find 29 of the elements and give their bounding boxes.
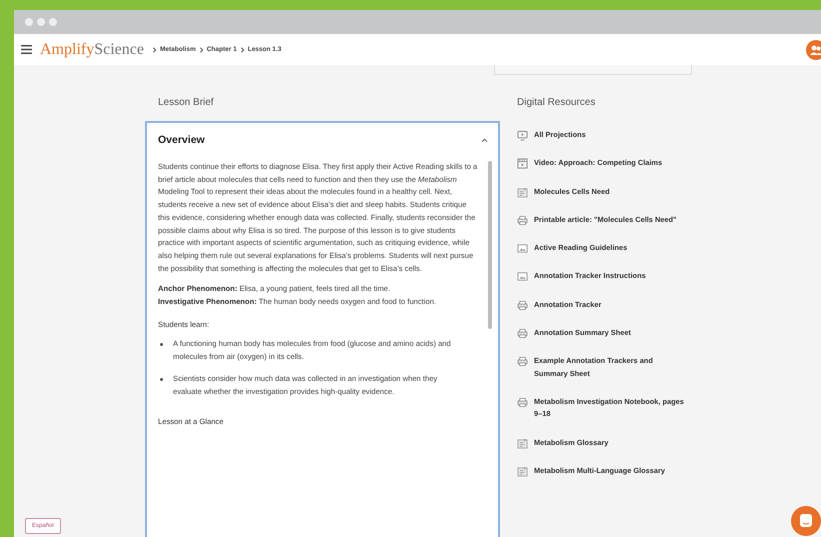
chevron-icon <box>152 46 157 52</box>
scrollbar-thumb[interactable] <box>488 161 492 329</box>
printer-icon <box>517 300 528 311</box>
card-title: Overview <box>158 134 205 146</box>
logo[interactable]: AmplifyScience <box>40 40 144 58</box>
image-icon <box>517 271 528 282</box>
section-heading: Digital Resources <box>517 97 596 110</box>
window-dot[interactable] <box>25 18 33 26</box>
chevron-icon <box>198 46 204 52</box>
document-icon <box>517 466 528 477</box>
image-icon <box>517 243 528 254</box>
chevron-icon <box>240 46 245 52</box>
printer-icon <box>517 396 528 408</box>
document-icon <box>517 186 528 198</box>
window-dot[interactable] <box>37 18 45 26</box>
caret-icon[interactable] <box>481 138 488 142</box>
section-heading: Lesson Brief <box>158 97 215 110</box>
user-avatar-icon[interactable] <box>806 40 821 60</box>
printer-icon <box>517 328 528 340</box>
film-icon <box>517 158 528 170</box>
monitor-icon <box>517 130 528 141</box>
printer-icon <box>517 214 528 226</box>
printer-icon <box>517 356 528 368</box>
window-dot[interactable] <box>49 18 57 26</box>
chat-icon[interactable] <box>791 506 821 536</box>
bullet-icon <box>160 378 163 381</box>
document-icon <box>517 438 528 449</box>
bullet-icon <box>160 343 163 346</box>
menu-icon[interactable] <box>21 45 32 54</box>
